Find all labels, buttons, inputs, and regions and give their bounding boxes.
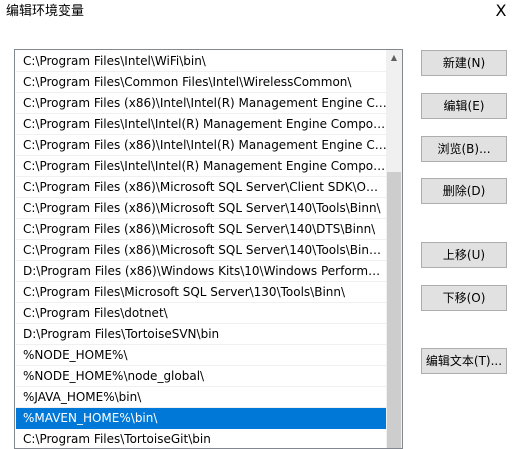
path-list-item[interactable]: C:\Program Files\Intel\Intel(R) Manageme… <box>16 114 387 135</box>
path-list-item[interactable]: C:\Program Files\Microsoft SQL Server\13… <box>16 282 387 303</box>
new-button[interactable]: 新建(N) <box>421 50 507 76</box>
path-list-item[interactable]: C:\Program Files\Common Files\Intel\Wire… <box>16 72 387 93</box>
path-list: C:\Program Files\Intel\WiFi\bin\ C:\Progr… <box>16 51 387 448</box>
path-list-item[interactable]: %MAVEN_HOME%\bin\ <box>16 408 387 429</box>
path-list-item[interactable]: C:\Program Files (x86)\Microsoft SQL Ser… <box>16 177 387 198</box>
path-list-item[interactable]: C:\Program Files\Intel\Intel(R) Manageme… <box>16 156 387 177</box>
vertical-scrollbar[interactable]: ▲ <box>386 50 402 448</box>
path-list-item[interactable]: C:\Program Files\TortoiseGit\bin <box>16 429 387 448</box>
path-list-item[interactable]: C:\Program Files (x86)\Intel\Intel(R) Ma… <box>16 93 387 114</box>
path-list-item[interactable]: C:\Program Files (x86)\Microsoft SQL Ser… <box>16 198 387 219</box>
path-list-item[interactable]: C:\Program Files (x86)\Microsoft SQL Ser… <box>16 219 387 240</box>
window-title: 编辑环境变量 <box>6 4 85 19</box>
title-bar: 编辑环境变量 X <box>0 0 517 30</box>
edit-button[interactable]: 编辑(E) <box>421 93 507 119</box>
path-list-item[interactable]: C:\Program Files\dotnet\ <box>16 303 387 324</box>
path-list-item[interactable]: C:\Program Files (x86)\Microsoft SQL Ser… <box>16 240 387 261</box>
browse-button[interactable]: 浏览(B)... <box>421 136 507 162</box>
path-list-item[interactable]: C:\Program Files\Intel\WiFi\bin\ <box>16 51 387 72</box>
path-list-item[interactable]: %NODE_HOME%\ <box>16 345 387 366</box>
scroll-up-arrow-icon[interactable]: ▲ <box>386 50 402 66</box>
path-list-box: C:\Program Files\Intel\WiFi\bin\ C:\Progr… <box>14 49 403 449</box>
scrollbar-thumb[interactable] <box>387 172 401 448</box>
path-list-item[interactable]: %NODE_HOME%\node_global\ <box>16 366 387 387</box>
move-down-button[interactable]: 下移(O) <box>421 285 507 311</box>
edit-text-button[interactable]: 编辑文本(T)... <box>421 348 507 374</box>
path-list-item[interactable]: %JAVA_HOME%\bin\ <box>16 387 387 408</box>
delete-button[interactable]: 删除(D) <box>421 178 507 204</box>
path-list-item[interactable]: D:\Program Files (x86)\Windows Kits\10\W… <box>16 261 387 282</box>
close-button[interactable]: X <box>491 2 511 22</box>
move-up-button[interactable]: 上移(U) <box>421 242 507 268</box>
path-list-item[interactable]: C:\Program Files (x86)\Intel\Intel(R) Ma… <box>16 135 387 156</box>
path-list-item[interactable]: D:\Program Files\TortoiseSVN\bin <box>16 324 387 345</box>
